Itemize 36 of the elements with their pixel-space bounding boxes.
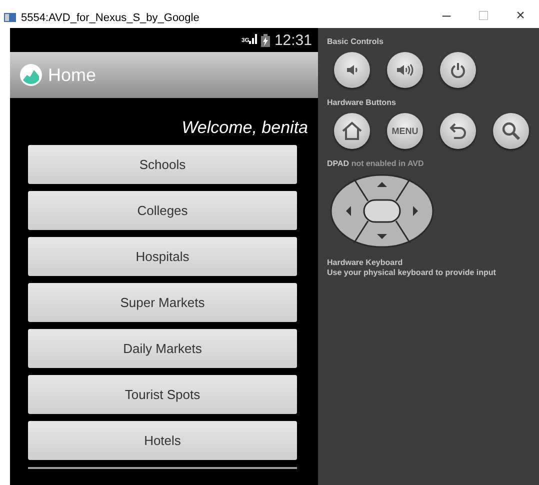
category-button[interactable]: Hotels <box>28 421 297 460</box>
dpad-note: DPAD not enabled in AVD <box>327 159 425 168</box>
volume-up-button[interactable] <box>387 52 423 88</box>
category-button[interactable]: Tourist Spots <box>28 375 297 414</box>
welcome-message: Welcome, benita <box>180 117 309 139</box>
battery-icon <box>261 34 270 46</box>
category-button[interactable]: Schools <box>28 145 297 184</box>
search-icon <box>501 121 521 141</box>
category-button[interactable]: Super Markets <box>28 283 297 322</box>
keyboard-note: Use your physical keyboard to provide input <box>327 268 497 278</box>
back-button[interactable] <box>440 113 476 149</box>
volume-down-icon <box>346 63 358 77</box>
back-icon <box>448 121 468 141</box>
clock: 12:31 <box>274 32 312 48</box>
screen-title: Home <box>48 64 96 86</box>
signal-icon <box>249 34 258 44</box>
search-button[interactable] <box>493 113 529 149</box>
home-button[interactable] <box>334 113 370 149</box>
home-icon <box>341 121 363 141</box>
power-icon <box>450 62 466 78</box>
keyboard-heading: Hardware Keyboard <box>327 258 404 268</box>
window-title: 5554:AVD_for_Nexus_S_by_Google <box>21 12 200 24</box>
section-heading: Hardware Buttons <box>327 98 397 107</box>
minimize-button[interactable]: – <box>428 8 465 24</box>
volume-down-button[interactable] <box>334 52 370 88</box>
category-button[interactable]: Daily Markets <box>28 329 297 368</box>
power-button[interactable] <box>440 52 476 88</box>
category-button[interactable]: Hospitals <box>28 237 297 276</box>
section-heading: Basic Controls <box>327 37 384 46</box>
dpad-drawing[interactable] <box>330 174 434 248</box>
volume-up-icon <box>396 63 414 77</box>
menu-button[interactable]: MENU <box>387 113 423 149</box>
category-button[interactable]: Colleges <box>28 191 297 230</box>
app-logo-icon <box>20 64 42 86</box>
close-button[interactable]: × <box>502 8 539 24</box>
window-icon <box>4 13 16 22</box>
